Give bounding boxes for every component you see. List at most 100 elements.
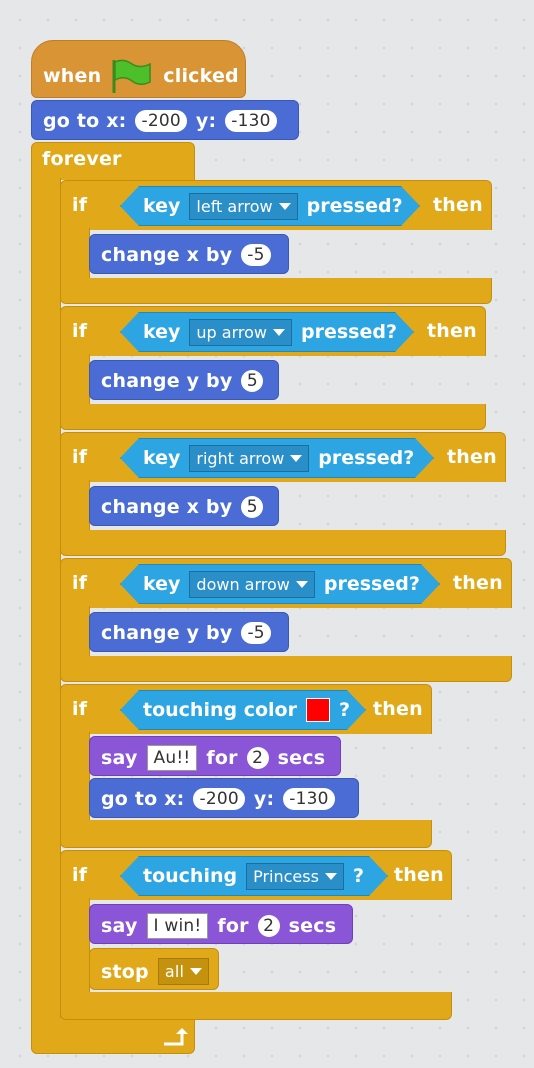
secs-label: secs bbox=[277, 747, 326, 769]
change-label: change y by bbox=[101, 622, 233, 644]
loop-arrow-icon bbox=[164, 1028, 188, 1046]
if-bottom-4 bbox=[60, 656, 512, 682]
stop-block[interactable]: stop all bbox=[89, 948, 219, 990]
y-input[interactable]: -130 bbox=[283, 788, 335, 810]
forever-block[interactable]: forever bbox=[31, 142, 195, 180]
say-for-secs-block-2[interactable]: say I win! for 2 secs bbox=[89, 904, 353, 944]
then-label: then bbox=[427, 320, 477, 342]
stop-option-value: all bbox=[164, 962, 185, 981]
color-swatch[interactable] bbox=[306, 698, 330, 722]
key-value: right arrow bbox=[196, 448, 285, 468]
if-label: if bbox=[72, 446, 88, 468]
change-label: change y by bbox=[101, 370, 233, 392]
then-label: then bbox=[453, 572, 503, 594]
y-input[interactable]: -130 bbox=[225, 110, 277, 132]
if-label: if bbox=[72, 698, 88, 720]
secs-input[interactable]: 2 bbox=[257, 915, 280, 937]
dropdown-arrow-icon bbox=[279, 203, 291, 210]
change-value-input[interactable]: 5 bbox=[241, 496, 264, 518]
for-label: for bbox=[217, 915, 249, 937]
say-label: say bbox=[101, 915, 138, 937]
question-label: ? bbox=[352, 865, 364, 887]
when-label: when bbox=[43, 65, 102, 87]
if-bottom-5 bbox=[60, 820, 432, 848]
if-label: if bbox=[72, 572, 88, 594]
change-block-3[interactable]: change x by 5 bbox=[89, 486, 279, 526]
if-label: if bbox=[72, 194, 88, 216]
message-input[interactable]: Au!! bbox=[146, 745, 198, 771]
if-label: if bbox=[72, 864, 88, 886]
pressed-label: pressed? bbox=[318, 447, 415, 469]
go-to-xy-block-2[interactable]: go to x: -200 y: -130 bbox=[89, 778, 359, 818]
dropdown-arrow-icon bbox=[296, 581, 308, 588]
forever-label: forever bbox=[42, 148, 122, 170]
y-label: y: bbox=[195, 110, 217, 132]
if-arm-5 bbox=[60, 732, 90, 822]
key-label: key bbox=[143, 195, 181, 217]
key-dropdown[interactable]: left arrow bbox=[189, 193, 297, 220]
x-input[interactable]: -200 bbox=[135, 110, 187, 132]
for-label: for bbox=[206, 747, 238, 769]
key-value: up arrow bbox=[196, 322, 267, 342]
say-for-secs-block-1[interactable]: say Au!! for 2 secs bbox=[89, 736, 341, 776]
change-value-input[interactable]: -5 bbox=[241, 622, 271, 644]
stop-label: stop bbox=[101, 960, 149, 983]
dropdown-arrow-icon bbox=[273, 329, 285, 336]
go-to-x-label: go to x: bbox=[43, 110, 127, 132]
y-label: y: bbox=[253, 788, 275, 810]
question-label: ? bbox=[338, 699, 350, 721]
change-label: change x by bbox=[101, 244, 233, 266]
then-label: then bbox=[447, 446, 497, 468]
if-bottom-3 bbox=[60, 530, 506, 556]
x-input[interactable]: -200 bbox=[193, 788, 245, 810]
if-arm-3 bbox=[60, 480, 90, 532]
stop-option-dropdown[interactable]: all bbox=[157, 958, 210, 985]
change-block-4[interactable]: change y by -5 bbox=[89, 612, 289, 652]
touching-sprite-condition[interactable]: touching Princess ? bbox=[120, 856, 388, 896]
then-label: then bbox=[433, 194, 483, 216]
dropdown-arrow-icon bbox=[325, 873, 337, 880]
dropdown-arrow-icon bbox=[190, 968, 203, 975]
change-value-input[interactable]: -5 bbox=[241, 244, 271, 266]
if-bottom-2 bbox=[60, 404, 486, 430]
key-label: key bbox=[143, 573, 181, 595]
key-label: key bbox=[143, 447, 181, 469]
key-pressed-condition-1[interactable]: key left arrow pressed? bbox=[120, 186, 420, 226]
key-pressed-condition-3[interactable]: key right arrow pressed? bbox=[120, 438, 434, 478]
touching-target-dropdown[interactable]: Princess bbox=[246, 863, 344, 890]
key-dropdown[interactable]: up arrow bbox=[189, 319, 292, 346]
go-to-x-label: go to x: bbox=[101, 788, 185, 810]
key-label: key bbox=[143, 321, 181, 343]
touching-target-value: Princess bbox=[253, 866, 319, 886]
then-label: then bbox=[373, 698, 423, 720]
green-flag-icon bbox=[112, 59, 152, 93]
secs-label: secs bbox=[288, 915, 337, 937]
touching-color-condition[interactable]: touching color ? bbox=[120, 690, 366, 730]
if-arm-4 bbox=[60, 606, 90, 658]
if-bottom-1 bbox=[60, 278, 492, 304]
message-input[interactable]: I win! bbox=[146, 913, 209, 939]
dropdown-arrow-icon bbox=[290, 455, 302, 462]
secs-input[interactable]: 2 bbox=[246, 747, 269, 769]
change-block-1[interactable]: change x by -5 bbox=[89, 234, 289, 274]
key-dropdown[interactable]: down arrow bbox=[189, 571, 314, 598]
key-dropdown[interactable]: right arrow bbox=[189, 445, 309, 472]
touching-color-label: touching color bbox=[143, 699, 297, 721]
if-label: if bbox=[72, 320, 88, 342]
change-value-input[interactable]: 5 bbox=[241, 370, 264, 392]
clicked-label: clicked bbox=[163, 65, 239, 87]
then-label: then bbox=[394, 864, 444, 886]
change-block-2[interactable]: change y by 5 bbox=[89, 360, 279, 400]
key-pressed-condition-2[interactable]: key up arrow pressed? bbox=[120, 312, 414, 352]
if-bottom-6 bbox=[60, 992, 452, 1020]
touching-label: touching bbox=[143, 865, 238, 887]
forever-bottom[interactable] bbox=[31, 1018, 195, 1054]
say-label: say bbox=[101, 747, 138, 769]
if-arm-6 bbox=[60, 898, 90, 994]
pressed-label: pressed? bbox=[301, 321, 397, 343]
go-to-xy-block[interactable]: go to x: -200 y: -130 bbox=[31, 100, 299, 140]
if-arm-1 bbox=[60, 228, 90, 280]
key-pressed-condition-4[interactable]: key down arrow pressed? bbox=[120, 564, 440, 604]
forever-arm bbox=[31, 178, 61, 1020]
when-flag-clicked-block[interactable]: when clicked bbox=[31, 40, 246, 98]
